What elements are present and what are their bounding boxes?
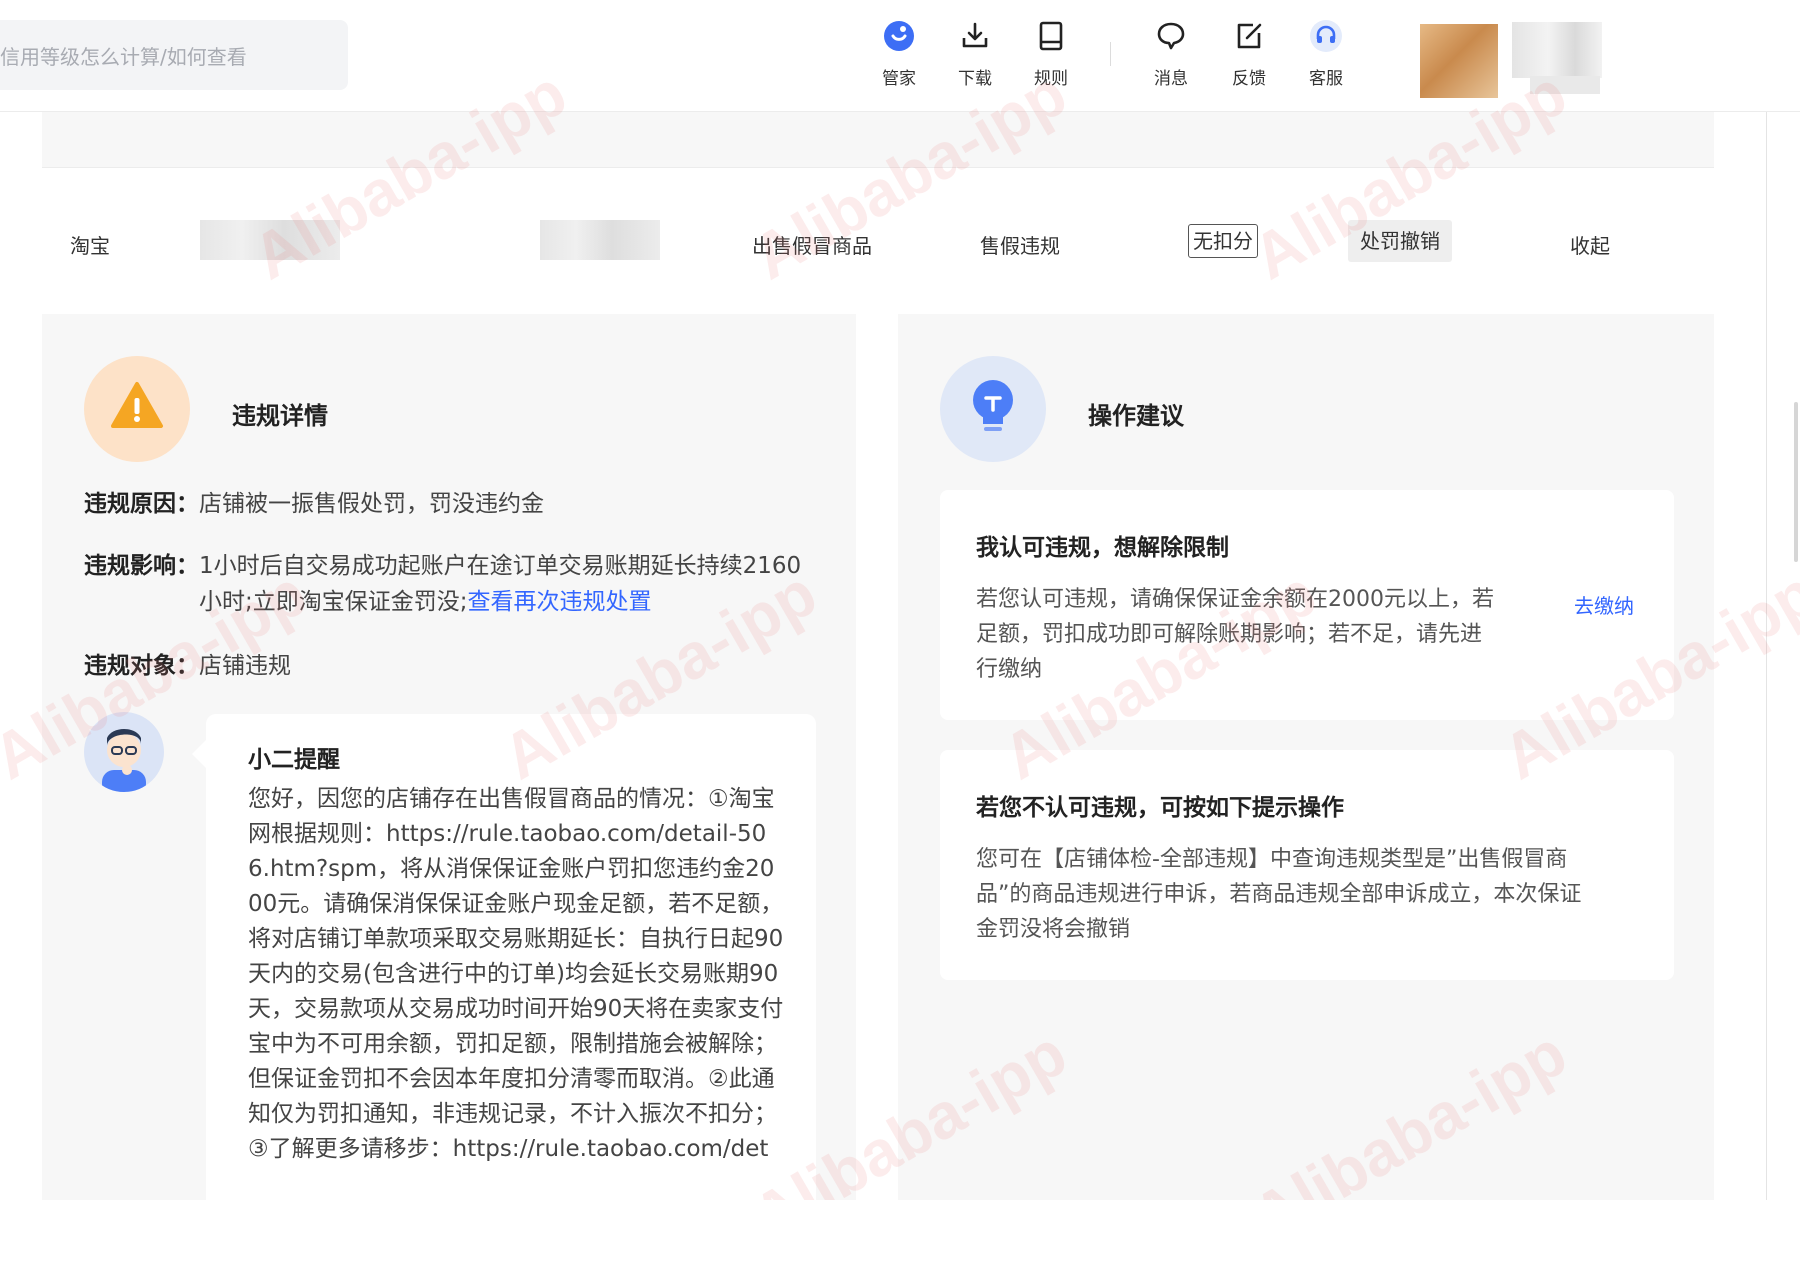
scrollbar-thumb[interactable] xyxy=(1794,402,1798,562)
service-label: 客服 xyxy=(1309,69,1343,89)
target-label: 违规对象： xyxy=(84,653,199,679)
violation-detail-panel: 违规详情 违规原因：店铺被一振售假处罚，罚没违约金 违规影响：1小时后自交易成功… xyxy=(42,314,856,1274)
download-icon xyxy=(962,22,988,48)
previous-row-area xyxy=(42,112,1714,168)
platform-cell: 淘宝 xyxy=(70,234,110,258)
collapse-link[interactable]: 收起 xyxy=(1570,230,1610,259)
violation-detail-title: 违规详情 xyxy=(232,402,328,430)
service-icon xyxy=(1310,20,1342,52)
rules-label: 规则 xyxy=(1034,69,1068,89)
reason-field: 违规原因：店铺被一振售假处罚，罚没违约金 xyxy=(84,486,544,522)
messages-label: 消息 xyxy=(1154,69,1188,89)
suggestion-panel: 操作建议 我认可违规，想解除限制 若您认可违规，请确保保证金余额在2000元以上… xyxy=(898,314,1714,1200)
feedback-label: 反馈 xyxy=(1232,69,1266,89)
target-value: 店铺违规 xyxy=(199,653,291,679)
toolbar-divider xyxy=(1110,42,1111,66)
manager-button[interactable]: 管家 xyxy=(864,18,934,90)
accept-violation-card: 我认可违规，想解除限制 若您认可违规，请确保保证金余额在2000元以上，若足额，… xyxy=(940,490,1674,720)
bulb-badge xyxy=(940,356,1046,462)
manager-icon xyxy=(884,21,914,51)
pay-deposit-link[interactable]: 去缴纳 xyxy=(1574,590,1634,619)
violation-behavior-cell: 出售假冒商品 xyxy=(752,234,872,258)
reason-label: 违规原因： xyxy=(84,491,199,517)
redacted-id-cell xyxy=(200,220,340,260)
reminder-text: 您好，因您的店铺存在出售假冒商品的情况：①淘宝网根据规则：https://rul… xyxy=(248,786,784,1162)
reminder-title: 小二提醒 xyxy=(248,747,340,773)
accept-card-title: 我认可违规，想解除限制 xyxy=(976,535,1229,561)
messages-button[interactable]: 消息 xyxy=(1136,18,1206,90)
search-placeholder: 信用等级怎么计算/如何查看 xyxy=(0,44,247,69)
rules-icon xyxy=(1039,21,1063,51)
search-input[interactable]: 信用等级怎么计算/如何查看 xyxy=(0,20,348,90)
status-tag: 处罚撤销 xyxy=(1348,220,1452,262)
accept-card-text: 若您认可违规，请确保保证金余额在2000元以上，若足额，罚扣成功即可解除账期影响… xyxy=(976,587,1494,682)
redacted-time-cell xyxy=(540,220,660,260)
message-icon xyxy=(1157,22,1185,50)
impact-field: 违规影响：1小时后自交易成功起账户在途订单交易账期延长持续2160小时;立即淘宝… xyxy=(84,548,809,620)
warning-badge xyxy=(84,356,190,462)
page-scrollbar[interactable] xyxy=(1786,112,1800,1200)
dispute-card-title: 若您不认可违规，可按如下提示操作 xyxy=(976,795,1344,821)
dispute-violation-card: 若您不认可违规，可按如下提示操作 您可在【店铺体检-全部违规】中查询违规类型是”… xyxy=(940,750,1674,980)
download-label: 下载 xyxy=(958,69,992,89)
bot-avatar-icon xyxy=(102,729,146,792)
bulb-icon xyxy=(973,380,1013,431)
reminder-bubble: 小二提醒 您好，因您的店铺存在出售假冒商品的情况：①淘宝网根据规则：https:… xyxy=(192,714,816,1274)
violation-type-cell: 售假违规 xyxy=(980,234,1060,258)
reason-value: 店铺被一振售假处罚，罚没违约金 xyxy=(199,491,544,517)
feedback-button[interactable]: 反馈 xyxy=(1214,18,1284,90)
dispute-card-text: 您可在【店铺体检-全部违规】中查询违规类型是”出售假冒商品”的商品违规进行申诉，… xyxy=(976,847,1582,942)
manager-label: 管家 xyxy=(882,69,916,89)
service-button[interactable]: 客服 xyxy=(1291,18,1361,90)
impact-label: 违规影响： xyxy=(84,553,199,579)
suggestion-title: 操作建议 xyxy=(1088,402,1184,430)
target-field: 违规对象：店铺违规 xyxy=(84,648,291,684)
bot-avatar xyxy=(84,712,164,792)
download-button[interactable]: 下载 xyxy=(940,18,1010,90)
rules-button[interactable]: 规则 xyxy=(1016,18,1086,90)
violation-record-row: 淘宝 出售假冒商品 售假违规 无扣分 处罚撤销 收起 xyxy=(42,200,1714,280)
score-tag: 无扣分 xyxy=(1188,224,1258,258)
top-bar: 信用等级怎么计算/如何查看 管家 下载 规则 消息 反馈 客服 xyxy=(0,0,1800,112)
repeat-violation-link[interactable]: 查看再次违规处置 xyxy=(468,589,652,615)
feedback-icon xyxy=(1237,23,1262,49)
user-avatar-blurred[interactable] xyxy=(1420,18,1640,98)
content-edge xyxy=(1766,112,1767,1200)
warning-icon xyxy=(111,382,163,428)
